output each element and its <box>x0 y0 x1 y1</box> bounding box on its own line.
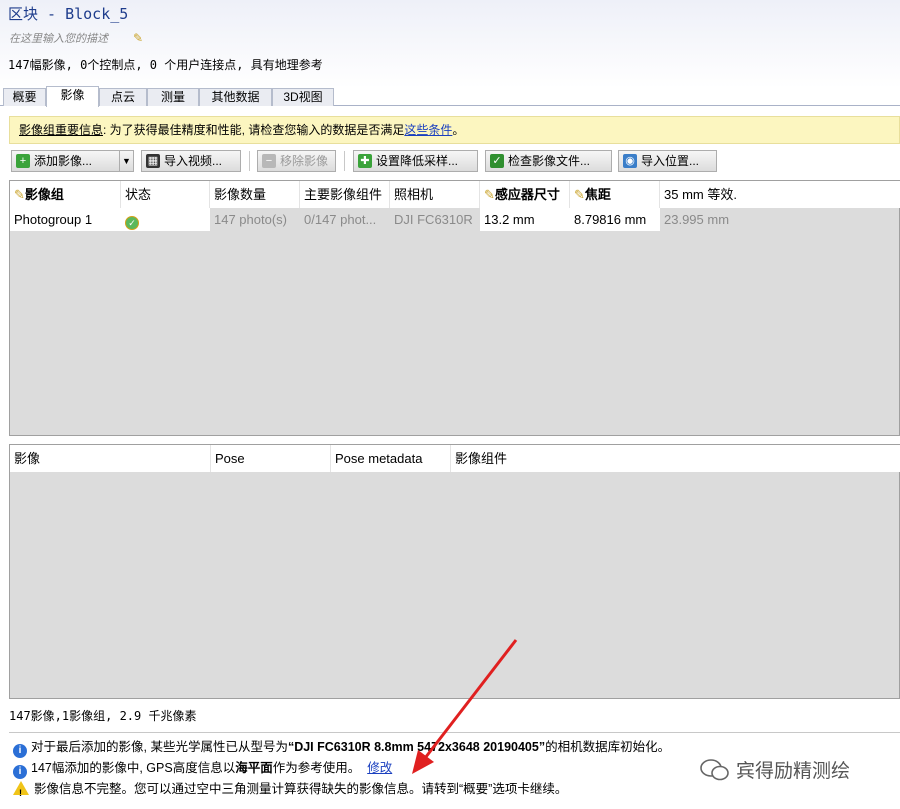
cell-photogroup-name[interactable]: Photogroup 1 <box>10 208 121 231</box>
arrow-head <box>412 750 434 774</box>
dropdown-arrow-icon[interactable]: ▼ <box>119 151 133 171</box>
downsample-label: 设置降低采样... <box>376 154 459 168</box>
col-image[interactable]: 影像 <box>10 445 211 472</box>
watermark: 宾得励精测绘 <box>700 756 850 783</box>
col-focal-length[interactable]: ✎焦距 <box>570 181 660 208</box>
cell-status: ✓ <box>121 208 210 231</box>
message-camera-db: i 对于最后添加的影像, 某些光学属性已从型号为“DJI FC6310R 8.8m… <box>13 737 670 758</box>
add-images-label: 添加影像... <box>34 154 93 168</box>
photogroups-table: ✎影像组 状态 影像数量 主要影像组件 照相机 ✎感应器尺寸 ✎焦距 35 mm… <box>9 180 900 436</box>
editable-pencil-icon: ✎ <box>574 187 585 202</box>
downsample-icon: ✚ <box>358 154 372 168</box>
import-positions-button[interactable]: ◉ 导入位置... <box>618 150 717 172</box>
tab-overview[interactable]: 概要 <box>3 88 46 106</box>
editable-pencil-icon: ✎ <box>14 187 25 202</box>
block-title: 区块 - Block_5 <box>8 5 129 23</box>
remove-images-label: 移除影像 <box>280 154 329 168</box>
add-images-button[interactable]: + 添加影像... ▼ <box>11 150 134 172</box>
watermark-text: 宾得励精测绘 <box>736 761 851 782</box>
info-icon: i <box>13 765 27 779</box>
editable-pencil-icon: ✎ <box>484 187 495 202</box>
description-field[interactable]: 在这里输入您的描述 <box>9 30 108 46</box>
cell-main-component: 0/147 phot... <box>300 208 390 231</box>
tab-survey[interactable]: 测量 <box>147 88 199 106</box>
cell-sensor-size[interactable]: 13.2 mm <box>480 208 570 231</box>
warning-icon: ! <box>13 781 29 798</box>
col-status[interactable]: 状态 <box>121 181 210 208</box>
col-pose-metadata[interactable]: Pose metadata <box>331 445 451 472</box>
import-video-label: 导入视频... <box>164 154 223 168</box>
col-pose[interactable]: Pose <box>211 445 331 472</box>
import-positions-label: 导入位置... <box>641 154 700 168</box>
check-files-button[interactable]: ✓ 检查影像文件... <box>485 150 612 172</box>
tab-other-data[interactable]: 其他数据 <box>199 88 272 106</box>
col-sensor-size[interactable]: ✎感应器尺寸 <box>480 181 570 208</box>
add-image-icon: + <box>16 154 30 168</box>
chat-bubbles-icon <box>700 759 729 781</box>
message-incomplete-info: ! 影像信息不完整。您可以通过空中三角测量计算获得缺失的影像信息。请转到“概要”选… <box>13 779 567 799</box>
cell-35mm-equiv: 23.995 mm <box>660 208 760 231</box>
check-ok-icon: ✓ <box>125 216 139 230</box>
remove-image-icon: − <box>262 154 276 168</box>
info-icon: i <box>13 744 27 758</box>
info-end: 。 <box>452 123 465 137</box>
block-summary: 147幅影像, 0个控制点, 0 个用户连接点, 具有地理参考 <box>8 58 323 72</box>
cell-image-count: 147 photo(s) <box>210 208 300 231</box>
globe-icon: ◉ <box>623 154 637 168</box>
annotation-arrow <box>412 639 518 774</box>
message-gps-altitude: i 147幅添加的影像中, GPS高度信息以海平面作为参考使用。 修改 <box>13 758 392 779</box>
arrow-shaft <box>420 639 518 763</box>
check-files-icon: ✓ <box>490 154 504 168</box>
tab-bar: 概要 影像 点云 测量 其他数据 3D视图 <box>0 86 900 107</box>
images-header: 影像 Pose Pose metadata 影像组件 <box>10 445 900 472</box>
remove-images-button[interactable]: − 移除影像 <box>257 150 336 172</box>
col-photogroup[interactable]: ✎影像组 <box>10 181 121 208</box>
modify-link[interactable]: 修改 <box>367 761 392 775</box>
photogroup-info-bar: 影像组重要信息: 为了获得最佳精度和性能, 请检查您输入的数据是否满足这些条件。 <box>9 116 900 144</box>
tab-point-cloud[interactable]: 点云 <box>99 88 147 106</box>
col-image-component[interactable]: 影像组件 <box>451 445 900 472</box>
photogroups-header: ✎影像组 状态 影像数量 主要影像组件 照相机 ✎感应器尺寸 ✎焦距 35 mm… <box>10 181 900 208</box>
images-count-status: 147影像,1影像组, 2.9 千兆像素 <box>9 709 197 723</box>
downsample-button[interactable]: ✚ 设置降低采样... <box>353 150 478 172</box>
tab-3d-view[interactable]: 3D视图 <box>272 88 334 106</box>
toolbar-separator <box>249 151 250 171</box>
check-files-label: 检查影像文件... <box>508 154 591 168</box>
info-title: 影像组重要信息 <box>19 123 104 137</box>
film-icon: ▦ <box>146 154 160 168</box>
cell-camera: DJI FC6310R <box>390 208 480 231</box>
block-header: 区块 - Block_5 在这里输入您的描述 ✎ 147幅影像, 0个控制点, … <box>0 0 900 88</box>
import-video-button[interactable]: ▦ 导入视频... <box>141 150 241 172</box>
images-toolbar: + 添加影像... ▼ ▦ 导入视频... − 移除影像 ✚ 设置降低采样...… <box>0 150 900 174</box>
col-image-count[interactable]: 影像数量 <box>210 181 300 208</box>
tab-images[interactable]: 影像 <box>46 86 99 107</box>
col-camera[interactable]: 照相机 <box>390 181 480 208</box>
edit-pencil-icon[interactable]: ✎ <box>133 31 143 45</box>
toolbar-separator <box>344 151 345 171</box>
col-main-component[interactable]: 主要影像组件 <box>300 181 390 208</box>
cell-focal-length[interactable]: 8.79816 mm <box>570 208 660 231</box>
col-35mm-equiv[interactable]: 35 mm 等效. <box>660 181 900 208</box>
conditions-link[interactable]: 这些条件 <box>404 123 452 137</box>
info-text: : 为了获得最佳精度和性能, 请检查您输入的数据是否满足 <box>103 123 405 137</box>
